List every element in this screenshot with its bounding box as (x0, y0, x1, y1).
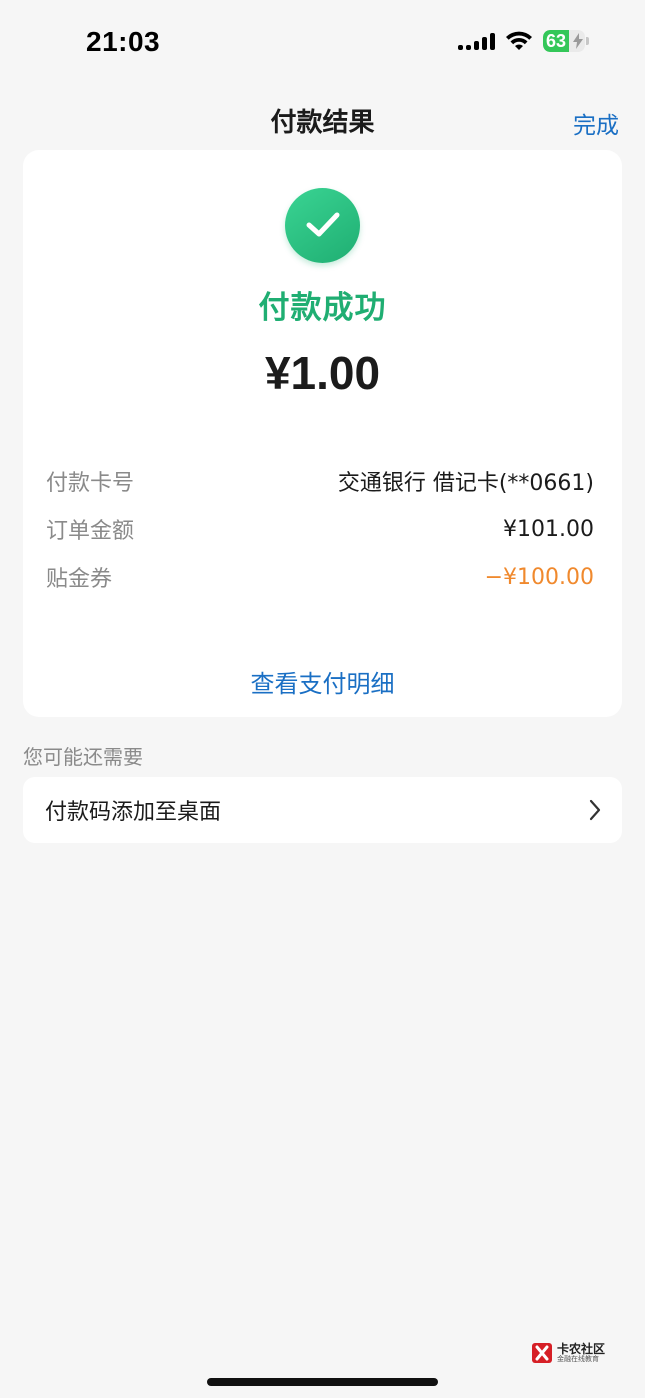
detail-value-discount: −¥100.00 (484, 564, 594, 590)
wifi-icon (505, 31, 533, 51)
page-title: 付款结果 (270, 108, 375, 138)
payment-result-card: 付款成功 ¥1.00 付款卡号 交通银行 借记卡(**0661) 订单金额 ¥1… (23, 150, 622, 717)
battery-charging-icon: 63 (543, 30, 589, 52)
status-icons: 63 (458, 30, 589, 52)
suggestion-add-paycode-to-desktop[interactable]: 付款码添加至桌面 (23, 777, 622, 843)
status-time: 21:03 (86, 26, 161, 57)
suggestion-label: 付款码添加至桌面 (45, 800, 222, 825)
chevron-right-icon (588, 798, 602, 826)
status-bar: 21:03 63 (0, 0, 645, 88)
home-indicator[interactable] (207, 1378, 438, 1386)
battery-percent: 63 (546, 31, 567, 51)
watermark-subtitle: 金融在线教育 (557, 1354, 599, 1363)
payment-amount: ¥1.00 (264, 347, 381, 399)
payment-status-text: 付款成功 (258, 290, 387, 326)
suggestions-section-title: 您可能还需要 (23, 745, 143, 769)
done-button[interactable]: 完成 (573, 106, 619, 140)
detail-value: 交通银行 借记卡(**0661) (337, 471, 594, 496)
detail-value: ¥101.00 (503, 516, 594, 542)
watermark-title: 卡农社区 (557, 1341, 606, 1356)
detail-label: 贴金券 (46, 567, 113, 592)
detail-row-coupon: 贴金券 −¥100.00 (46, 560, 594, 594)
detail-row-order-amount: 订单金额 ¥101.00 (46, 512, 594, 546)
watermark-logo-icon (531, 1342, 553, 1364)
success-check-icon (285, 188, 360, 263)
signal-icon (458, 32, 495, 50)
watermark: 卡农社区 金融在线教育 (531, 1342, 605, 1364)
view-payment-detail-link[interactable]: 查看支付明细 (23, 664, 622, 699)
detail-row-card: 付款卡号 交通银行 借记卡(**0661) (46, 464, 594, 498)
detail-label: 订单金额 (46, 519, 135, 544)
detail-label: 付款卡号 (46, 471, 135, 496)
